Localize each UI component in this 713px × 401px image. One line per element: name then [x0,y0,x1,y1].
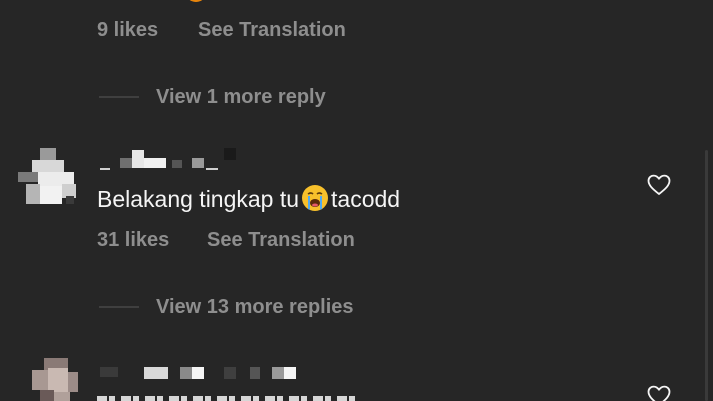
username-obscured[interactable] [100,365,300,381]
reply-thread-line [99,306,139,308]
view-more-replies-button[interactable]: View 13 more replies [156,296,354,319]
prev-comment-emoji-partial [185,0,207,2]
view-more-replies-button[interactable]: View 1 more reply [156,86,326,109]
prev-likes-count[interactable]: 9 likes [97,19,158,42]
like-heart-icon[interactable] [647,385,671,401]
see-translation-button[interactable]: See Translation [207,229,355,252]
comment-text: Belakang tingkap tu tacodd [97,184,400,213]
comment-text-part-2: tacodd [331,186,401,212]
comment-text-part-1: Belakang tingkap tu [97,186,300,212]
avatar[interactable] [18,358,78,401]
avatar[interactable] [18,148,78,206]
reply-thread-line [99,96,139,98]
username-obscured[interactable] [100,146,240,172]
scrollbar[interactable] [705,150,708,401]
like-heart-icon[interactable] [647,174,671,196]
likes-count[interactable]: 31 likes [97,229,169,252]
prev-see-translation-button[interactable]: See Translation [198,19,346,42]
comment-text-partial [97,394,357,401]
loudly-crying-face-icon [301,184,329,212]
